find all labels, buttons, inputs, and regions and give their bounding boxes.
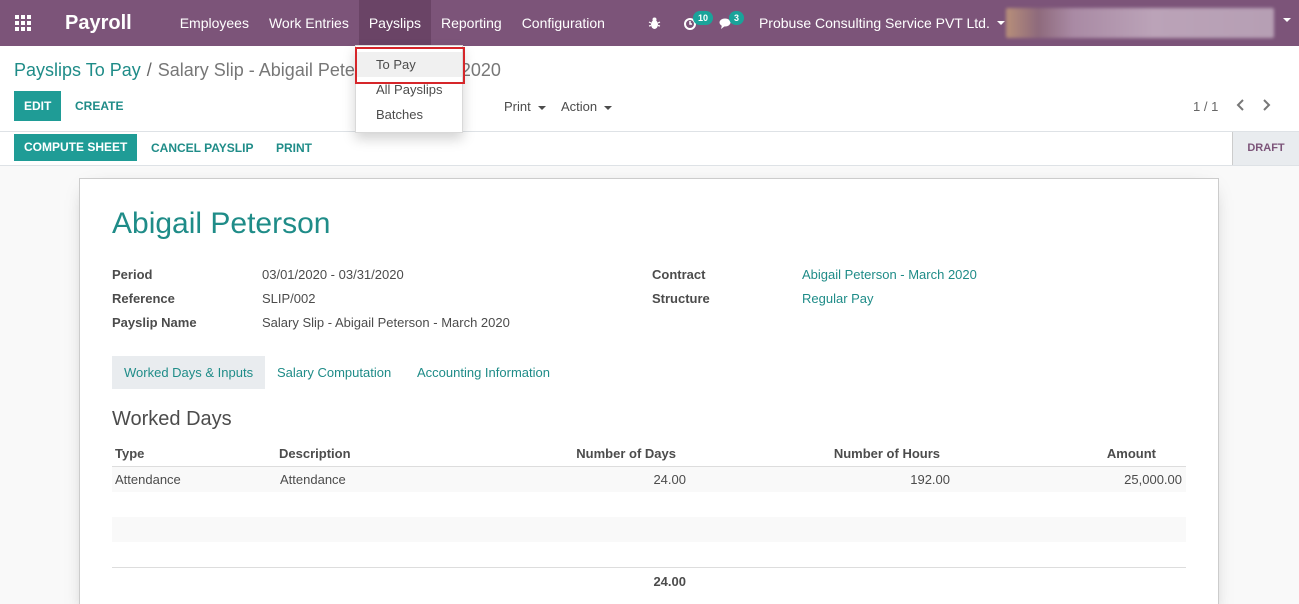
cell-type: Attendance	[115, 472, 181, 487]
caret-down-icon	[996, 21, 1005, 25]
worked-days-title: Worked Days	[112, 408, 232, 430]
pager-value: 1 / 1	[1193, 99, 1219, 114]
contract-label: Contract	[652, 267, 706, 282]
payslips-dropdown-menu: To Pay All Payslips Batches	[355, 45, 465, 133]
structure-link[interactable]: Regular Pay	[802, 291, 874, 306]
payslip-name-value: Salary Slip - Abigail Peterson - March 2…	[262, 315, 510, 330]
print-dropdown-label: Print	[504, 99, 531, 114]
reference-value: SLIP/002	[262, 291, 316, 306]
cell-hours: 192.00	[910, 472, 950, 487]
user-avatar-blurred[interactable]	[1006, 8, 1274, 38]
print-button[interactable]: PRINT	[276, 133, 312, 163]
chevron-right-icon[interactable]	[1262, 98, 1272, 117]
systray: 10 3 Probuse Consulting Service PVT Ltd.	[637, 0, 1005, 46]
table-footer-divider	[112, 567, 1186, 568]
print-dropdown[interactable]: Print	[504, 99, 546, 114]
column-amount[interactable]: Amount	[980, 446, 1156, 461]
app-title: Payroll	[65, 11, 132, 34]
column-number-of-days[interactable]: Number of Days	[480, 446, 676, 461]
company-name: Probuse Consulting Service PVT Ltd.	[758, 15, 990, 31]
message-count-badge: 3	[728, 11, 744, 25]
form-statusbar: COMPUTE SHEET CANCEL PAYSLIP PRINT DRAFT	[0, 132, 1299, 166]
table-row[interactable]: Attendance Attendance 24.00 192.00 25,00…	[112, 467, 1186, 492]
cell-amount: 25,000.00	[1124, 472, 1182, 487]
tab-accounting-information[interactable]: Accounting Information	[405, 356, 562, 389]
dropdown-item-batches[interactable]: Batches	[356, 102, 462, 127]
breadcrumb-parent-link[interactable]: Payslips To Pay	[14, 60, 141, 80]
action-dropdown-label: Action	[561, 99, 598, 114]
messages-icon[interactable]: 3	[709, 0, 745, 46]
period-value: 03/01/2020 - 03/31/2020	[262, 267, 404, 282]
total-days: 24.00	[653, 574, 686, 589]
compute-sheet-button[interactable]: COMPUTE SHEET	[14, 134, 138, 161]
empty-row	[112, 517, 1186, 542]
tab-salary-computation[interactable]: Salary Computation	[265, 356, 403, 389]
structure-label: Structure	[652, 291, 710, 306]
menu-work-entries[interactable]: Work Entries	[259, 0, 359, 46]
employee-name: Abigail Peterson	[112, 207, 331, 240]
status-draft[interactable]: DRAFT	[1232, 132, 1299, 165]
control-panel: Payslips To Pay / Salary Slip - Abigail Pe…	[0, 46, 1299, 132]
caret-down-icon	[604, 105, 613, 110]
main-menu: Employees Work Entries Payslips Reportin…	[170, 0, 615, 46]
bug-icon[interactable]	[637, 0, 673, 46]
contract-link[interactable]: Abigail Peterson - March 2020	[802, 267, 977, 282]
action-dropdown[interactable]: Action	[561, 99, 613, 114]
menu-reporting[interactable]: Reporting	[431, 0, 512, 46]
company-switcher[interactable]: Probuse Consulting Service PVT Ltd.	[759, 15, 1005, 31]
empty-row	[112, 542, 1186, 567]
cell-description: Attendance	[280, 472, 346, 487]
caret-down-icon	[537, 105, 546, 110]
menu-configuration[interactable]: Configuration	[512, 0, 615, 46]
column-type[interactable]: Type	[115, 446, 144, 461]
column-number-of-hours[interactable]: Number of Hours	[740, 446, 940, 461]
cancel-payslip-button[interactable]: CANCEL PAYSLIP	[151, 133, 253, 163]
reference-label: Reference	[112, 291, 175, 306]
breadcrumb-separator: /	[146, 60, 152, 80]
cell-days: 24.00	[653, 472, 686, 487]
menu-employees[interactable]: Employees	[170, 0, 259, 46]
activity-clock-icon[interactable]: 10	[673, 0, 713, 46]
edit-button[interactable]: EDIT	[14, 91, 62, 121]
apps-grid-icon[interactable]	[0, 0, 46, 46]
column-description[interactable]: Description	[279, 446, 351, 461]
tab-worked-days-inputs[interactable]: Worked Days & Inputs	[112, 356, 266, 389]
user-caret-down-icon[interactable]	[1283, 18, 1291, 22]
menu-payslips[interactable]: Payslips	[358, 0, 431, 46]
dropdown-item-to-pay[interactable]: To Pay	[355, 47, 465, 84]
top-navbar: Payroll Employees Work Entries Payslips …	[0, 0, 1299, 46]
payslip-name-label: Payslip Name	[112, 315, 197, 330]
create-button[interactable]: CREATE	[75, 91, 123, 121]
period-label: Period	[112, 267, 153, 282]
empty-row	[112, 492, 1186, 517]
chevron-left-icon[interactable]	[1235, 98, 1245, 117]
form-sheet: Abigail Peterson Period 03/01/2020 - 03/…	[79, 178, 1219, 604]
